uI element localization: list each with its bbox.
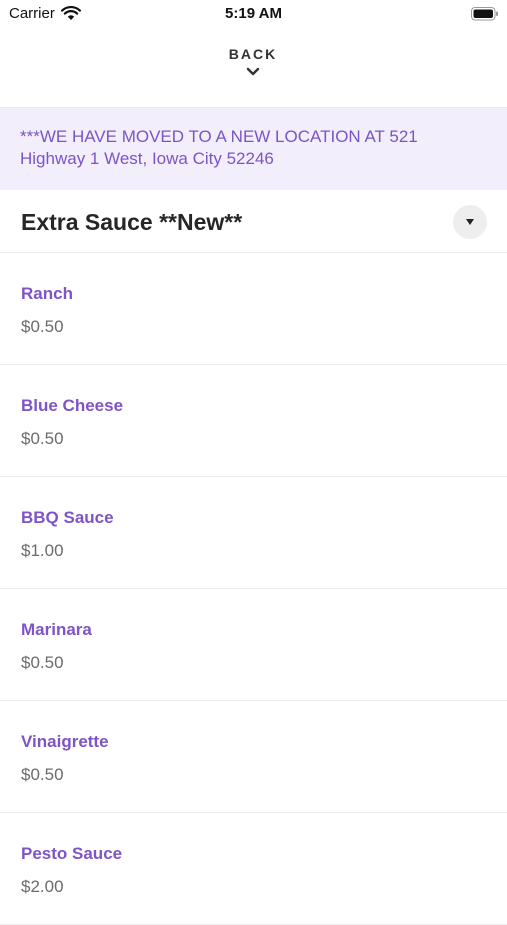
- section-collapse-button[interactable]: [453, 205, 487, 239]
- status-time: 5:19 AM: [225, 5, 282, 22]
- caret-down-icon: [466, 219, 474, 225]
- chevron-down-icon: [246, 67, 260, 76]
- back-label: BACK: [228, 46, 278, 62]
- menu-item[interactable]: Pesto Sauce $2.00: [0, 813, 507, 925]
- item-price: $0.50: [21, 765, 64, 784]
- section-title: Extra Sauce **New**: [21, 209, 243, 235]
- menu-item[interactable]: Marinara $0.50: [0, 589, 507, 701]
- item-price: $0.50: [21, 317, 64, 336]
- sauce-item-list: Ranch $0.50 Blue Cheese $0.50 BBQ Sauce …: [0, 253, 507, 925]
- item-price: $1.00: [21, 541, 64, 560]
- back-button[interactable]: BACK: [203, 46, 303, 92]
- item-price: $0.50: [21, 653, 64, 672]
- item-name: Pesto Sauce: [21, 844, 123, 863]
- item-name: Marinara: [21, 620, 92, 639]
- section-header: Extra Sauce **New**: [0, 191, 507, 253]
- item-name: Vinaigrette: [21, 732, 109, 751]
- item-name: Ranch: [21, 284, 73, 303]
- location-notice-text: ***WE HAVE MOVED TO A NEW LOCATION AT 52…: [20, 127, 418, 168]
- status-bar: Carrier 5:19 AM: [0, 0, 507, 30]
- item-name: BBQ Sauce: [21, 508, 114, 527]
- menu-item[interactable]: BBQ Sauce $1.00: [0, 477, 507, 589]
- item-price: $2.00: [21, 877, 64, 896]
- item-name: Blue Cheese: [21, 396, 124, 415]
- menu-item[interactable]: Blue Cheese $0.50: [0, 365, 507, 477]
- location-notice-banner: ***WE HAVE MOVED TO A NEW LOCATION AT 52…: [0, 107, 507, 190]
- item-price: $0.50: [21, 429, 64, 448]
- menu-item[interactable]: Ranch $0.50: [0, 253, 507, 365]
- battery-icon: [471, 7, 499, 26]
- menu-item[interactable]: Vinaigrette $0.50: [0, 701, 507, 813]
